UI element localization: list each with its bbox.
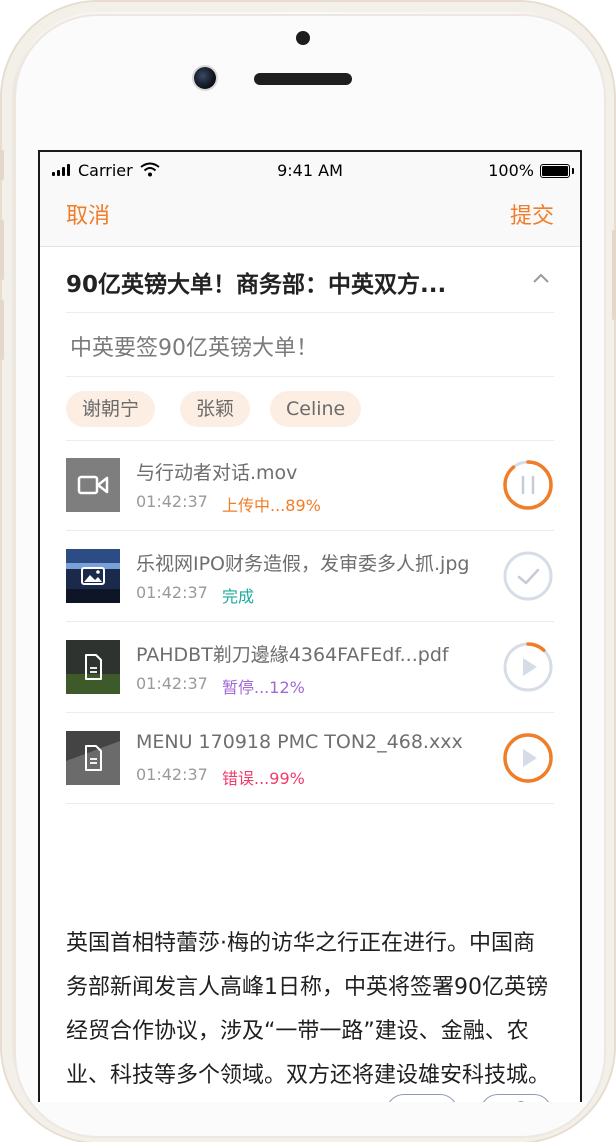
file-row[interactable]: MENU 170918 PMC TON2_468.xxx 01:42:37 错误… (66, 713, 554, 804)
pdf-thumbnail (66, 640, 120, 694)
file-status: 完成 (222, 587, 255, 606)
submit-button[interactable]: 提交 (510, 198, 554, 230)
volume-down-button (0, 300, 4, 360)
page-title: 90亿英镑大单！商务部：中英双方... (66, 272, 447, 298)
pause-icon[interactable] (502, 459, 554, 511)
file-time: 01:42:37 (136, 583, 208, 602)
tag-person[interactable]: Celine (270, 391, 362, 427)
tag-person[interactable]: 张颖 (180, 391, 251, 427)
subtitle-row[interactable]: 中英要签90亿英镑大单！ (66, 312, 554, 377)
file-name: PAHDBT剃刀邊緣4364FAFEdf...pdf (136, 644, 449, 666)
contacts-button[interactable] (386, 1094, 458, 1102)
file-row[interactable]: 乐视网IPO财务造假，发审委多人抓.jpg 01:42:37 完成 (66, 531, 554, 622)
proximity-sensor (296, 31, 310, 45)
nav-bar: 取消 提交 (40, 192, 580, 247)
front-camera (194, 67, 216, 89)
cancel-button[interactable]: 取消 (66, 198, 110, 230)
file-time: 01:42:37 (136, 765, 208, 784)
mute-switch (0, 150, 4, 180)
video-thumbnail (66, 458, 120, 512)
file-row[interactable]: 与行动者对话.mov 01:42:37 上传中...89% (66, 440, 554, 531)
file-name: 乐视网IPO财务造假，发审委多人抓.jpg (136, 553, 470, 575)
chevron-up-icon[interactable] (532, 270, 550, 288)
title-row[interactable]: 90亿英镑大单！商务部：中英双方... (66, 246, 554, 313)
file-status: 暂停...12% (222, 678, 305, 697)
tag-person[interactable]: 谢朝宁 (66, 391, 156, 427)
file-row[interactable]: PAHDBT剃刀邊緣4364FAFEdf...pdf 01:42:37 暂停..… (66, 622, 554, 713)
file-thumbnail (66, 731, 120, 785)
earpiece-speaker (254, 73, 352, 85)
checkmark-icon[interactable] (502, 550, 554, 602)
attachment-button[interactable] (480, 1094, 552, 1102)
play-icon[interactable] (502, 732, 554, 784)
battery-icon (540, 164, 574, 178)
image-thumbnail (66, 549, 120, 603)
status-bar: Carrier 9:41 AM 100% (40, 152, 580, 192)
file-time: 01:42:37 (136, 492, 208, 511)
volume-up-button (0, 220, 4, 280)
subtitle-text: 中英要签90亿英镑大单！ (70, 336, 318, 361)
tags-row: 谢朝宁 张颖 Celine (66, 376, 554, 441)
contact-list-icon (387, 1095, 457, 1102)
article-body: 英国首相特蕾莎·梅的访华之行正在进行。中国商务部新闻发言人高峰1日称，中英将签署… (66, 931, 551, 1088)
power-button (612, 230, 616, 320)
file-time: 01:42:37 (136, 674, 208, 693)
file-status: 错误...99% (222, 769, 305, 788)
play-icon[interactable] (502, 641, 554, 693)
file-status: 上传中...89% (222, 496, 321, 515)
battery-percent: 100% (488, 161, 534, 180)
file-name: MENU 170918 PMC TON2_468.xxx (136, 731, 463, 753)
file-name: 与行动者对话.mov (136, 462, 298, 484)
paperclip-icon (518, 1101, 524, 1102)
screen: Carrier 9:41 AM 100% 取消 提交 90亿英镑大单！商务部：中… (38, 150, 582, 1102)
